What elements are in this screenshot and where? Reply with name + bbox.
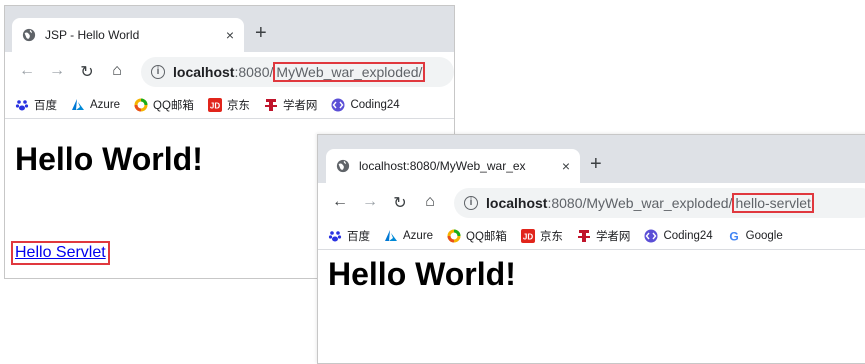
tab-title: localhost:8080/MyWeb_war_ex — [359, 159, 526, 173]
back-arrow-icon[interactable]: ← — [328, 193, 352, 213]
url-path-highlighted: hello-servlet — [732, 193, 814, 213]
jd-icon: JD — [520, 229, 535, 243]
highlight-box: Hello Servlet — [11, 241, 110, 265]
url-host: localhost — [486, 195, 548, 211]
tab-localhost[interactable]: localhost:8080/MyWeb_war_ex × — [326, 149, 580, 183]
baidu-paw-icon — [15, 100, 29, 111]
address-bar[interactable]: i localhost:8080/MyWeb_war_exploded/ — [141, 57, 454, 87]
azure-icon — [385, 230, 397, 241]
bookmark-azure[interactable]: Azure — [384, 229, 433, 243]
bookmark-scholar[interactable]: 学者网 — [264, 97, 317, 113]
info-icon[interactable]: i — [151, 65, 165, 79]
bookmark-jd[interactable]: JD 京东 — [207, 97, 250, 113]
coding-icon — [331, 98, 345, 112]
toolbar: ← → ↻ ⌂ i localhost:8080/MyWeb_war_explo… — [318, 183, 865, 223]
url-host: localhost — [173, 64, 235, 80]
tab-jsp-hello-world[interactable]: JSP - Hello World × — [12, 18, 244, 52]
bookmark-qqmail[interactable]: QQ邮箱 — [447, 228, 507, 244]
new-tab-button[interactable]: + — [590, 153, 602, 176]
url-path-highlighted: MyWeb_war_exploded/ — [273, 62, 426, 82]
bookmarks-bar: 百度 Azure QQ邮箱 JD 京东 学者网 Coding24 — [5, 92, 454, 119]
forward-arrow-icon[interactable]: → — [45, 62, 69, 82]
azure-icon — [72, 99, 84, 110]
info-icon[interactable]: i — [464, 196, 478, 210]
reload-icon[interactable]: ↻ — [388, 193, 412, 213]
toolbar: ← → ↻ ⌂ i localhost:8080/MyWeb_war_explo… — [5, 52, 454, 92]
svg-text:G: G — [729, 230, 738, 244]
browser-window-servlet: localhost:8080/MyWeb_war_ex × + ← → ↻ ⌂ … — [317, 134, 865, 364]
globe-icon — [22, 28, 36, 42]
reload-icon[interactable]: ↻ — [75, 62, 99, 82]
bookmark-coding24[interactable]: Coding24 — [331, 98, 400, 112]
qqmail-icon — [447, 229, 461, 243]
scholar-icon — [264, 99, 277, 111]
coding-icon — [644, 229, 658, 243]
svg-text:JD: JD — [210, 102, 220, 111]
tab-strip: JSP - Hello World × + — [5, 6, 454, 52]
bookmark-baidu[interactable]: 百度 — [328, 228, 370, 244]
bookmark-baidu[interactable]: 百度 — [15, 97, 57, 113]
tab-title: JSP - Hello World — [45, 28, 140, 42]
tab-strip: localhost:8080/MyWeb_war_ex × + — [318, 135, 865, 183]
home-icon[interactable]: ⌂ — [418, 193, 442, 213]
tab-close-icon[interactable]: × — [562, 158, 570, 174]
bookmarks-bar: 百度 Azure QQ邮箱 JD 京东 学者网 Coding24 G Google — [318, 223, 865, 250]
bookmark-google[interactable]: G Google — [727, 229, 783, 244]
svg-text:JD: JD — [523, 233, 533, 242]
baidu-paw-icon — [328, 231, 342, 242]
bookmark-coding24[interactable]: Coding24 — [644, 229, 713, 243]
tab-close-icon[interactable]: × — [226, 27, 234, 43]
scholar-icon — [577, 230, 590, 242]
bookmark-scholar[interactable]: 学者网 — [577, 228, 630, 244]
home-icon[interactable]: ⌂ — [105, 62, 129, 82]
bookmark-jd[interactable]: JD 京东 — [520, 228, 563, 244]
page-heading: Hello World! — [15, 141, 203, 177]
url-port: :8080/MyWeb_war_exploded/ — [547, 195, 733, 211]
bookmark-azure[interactable]: Azure — [71, 98, 120, 112]
new-tab-button[interactable]: + — [255, 22, 267, 45]
bookmark-qqmail[interactable]: QQ邮箱 — [134, 97, 194, 113]
back-arrow-icon[interactable]: ← — [15, 62, 39, 82]
page-heading: Hello World! — [328, 256, 516, 292]
jd-icon: JD — [207, 98, 222, 112]
hello-servlet-link[interactable]: Hello Servlet — [15, 244, 106, 261]
forward-arrow-icon[interactable]: → — [358, 193, 382, 213]
qqmail-icon — [134, 98, 148, 112]
address-bar[interactable]: i localhost:8080/MyWeb_war_exploded/hell… — [454, 188, 865, 218]
url-port: :8080/ — [234, 64, 274, 80]
google-icon: G — [729, 230, 738, 244]
globe-icon — [336, 159, 350, 173]
